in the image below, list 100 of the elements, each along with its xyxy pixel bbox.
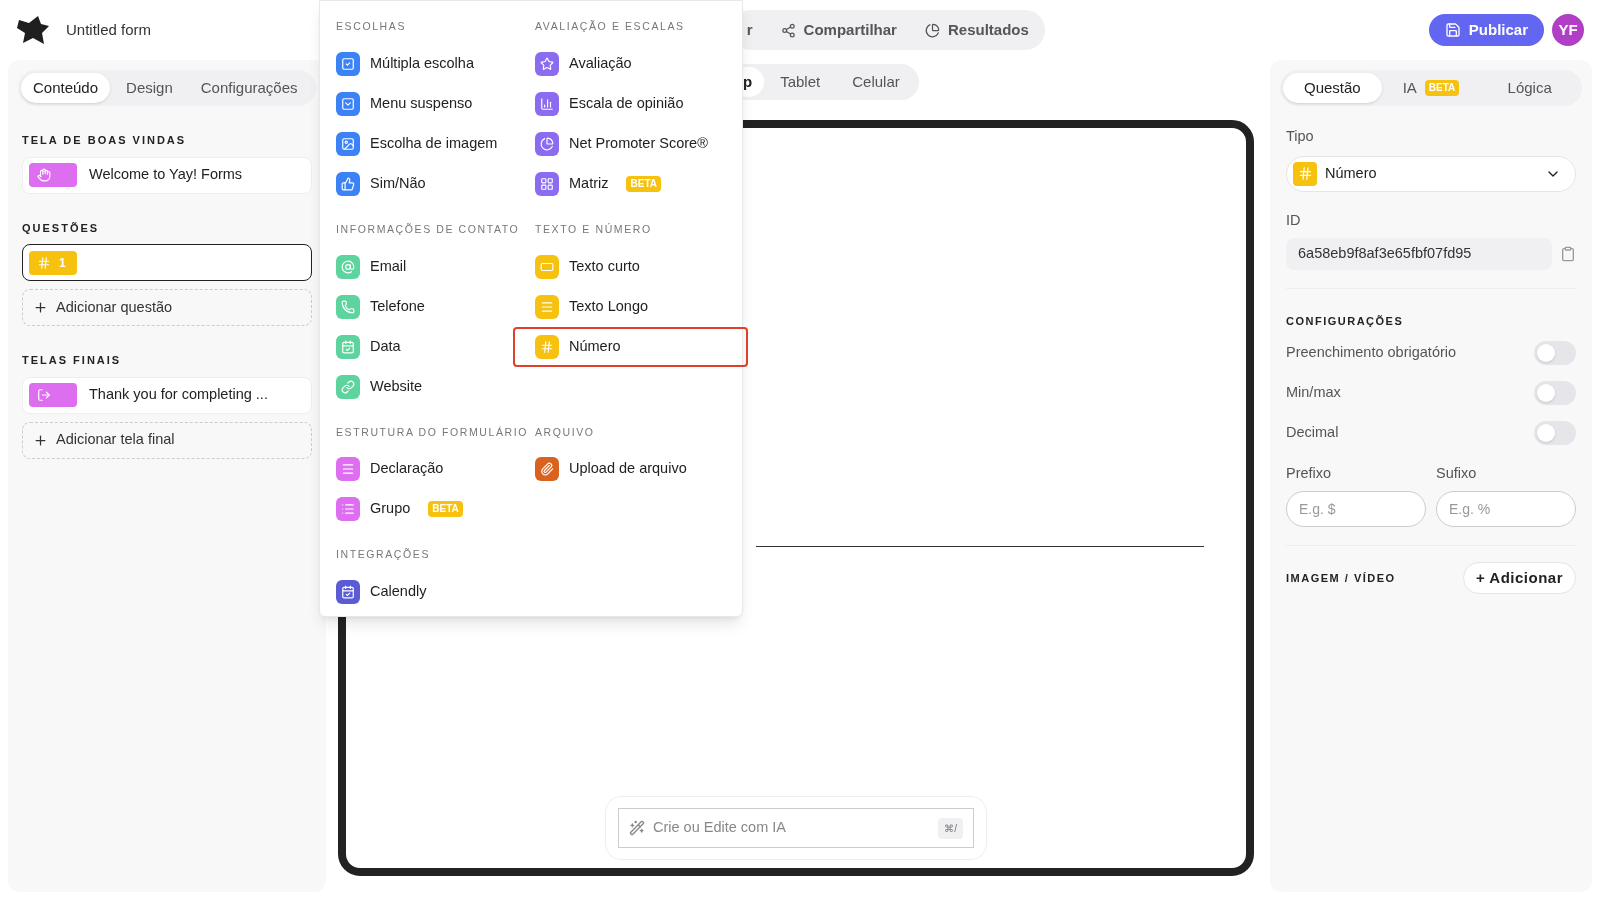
- pie-chart-icon: [540, 136, 554, 151]
- toggle-label: Min/max: [1286, 383, 1341, 403]
- menu-item[interactable]: Telefone: [336, 286, 527, 327]
- beta-badge: BETA: [626, 175, 661, 192]
- nav-tab[interactable]: r: [746, 18, 753, 42]
- form-title[interactable]: Untitled form: [66, 18, 152, 42]
- add-button[interactable]: Adicionar questão: [22, 289, 312, 326]
- menu-section-title: TEXTO E NÚMERO: [535, 221, 653, 237]
- thumbs-up-icon: [341, 176, 355, 191]
- screen-item[interactable]: Welcome to Yay! Forms: [22, 156, 312, 194]
- beta-badge: BETA: [1424, 80, 1460, 96]
- bar-chart-icon: [540, 96, 554, 111]
- copy-icon[interactable]: [1560, 245, 1576, 262]
- id-field[interactable]: 6a58eb9f8af3e65fbf07fd95: [1286, 237, 1552, 270]
- item-label: Thank you for completing ...: [89, 385, 268, 405]
- device-tab[interactable]: Celular: [836, 67, 916, 97]
- add-button[interactable]: Adicionar tela final: [22, 421, 312, 459]
- user-avatar[interactable]: YF: [1552, 14, 1584, 46]
- menu-item[interactable]: Escolha de imagem: [336, 123, 527, 164]
- exit-icon: [37, 388, 51, 402]
- answer-line[interactable]: [756, 546, 1204, 547]
- calendar-icon: [341, 339, 355, 354]
- at-sign-icon: [341, 259, 355, 274]
- menu-item[interactable]: Website: [336, 366, 527, 407]
- plus-icon: [33, 300, 48, 315]
- hand-icon: [37, 168, 51, 182]
- toggle-switch[interactable]: [1534, 421, 1576, 445]
- field-label: Prefixo: [1286, 464, 1333, 483]
- publish-button[interactable]: Publicar: [1428, 14, 1544, 46]
- menu-section-title: INFORMAÇÕES DE CONTATO: [336, 221, 521, 237]
- menu-item[interactable]: Declaração: [336, 449, 527, 490]
- grid-icon: [540, 176, 554, 191]
- menu-item[interactable]: Grupo BETA: [336, 489, 527, 530]
- section-heading: CONFIGURAÇÕES: [1286, 313, 1405, 329]
- dropdown-icon: [341, 96, 355, 111]
- shortcut-key: ⌘/: [938, 817, 963, 839]
- text-input[interactable]: E.g. $: [1286, 490, 1426, 527]
- toggle-label: Preenchimento obrigatório: [1286, 343, 1457, 363]
- menu-item[interactable]: Texto curto: [535, 246, 726, 287]
- toggle-switch[interactable]: [1534, 341, 1576, 365]
- field-label: Sufixo: [1436, 464, 1478, 483]
- menu-item[interactable]: Email: [336, 246, 527, 287]
- field-label: ID: [1286, 210, 1302, 230]
- menu-item[interactable]: Calendly: [336, 572, 527, 612]
- menu-item[interactable]: Matriz BETA: [535, 163, 726, 204]
- nav-tab[interactable]: Compartilhar: [780, 18, 897, 42]
- menu-section-title: ESTRUTURA DO FORMULÁRIO: [336, 424, 527, 440]
- pie-chart-icon: [924, 22, 940, 38]
- nav-tab[interactable]: Resultados: [924, 18, 1029, 42]
- ai-input[interactable]: Crie ou Edite com IA: [653, 817, 931, 839]
- section-heading: TELAS FINAIS: [22, 353, 123, 368]
- add-media-button[interactable]: + Adicionar: [1462, 561, 1576, 594]
- field-label: Tipo: [1286, 127, 1315, 146]
- menu-item[interactable]: Sim/Não: [336, 163, 527, 204]
- phone-icon: [341, 299, 355, 314]
- menu-item[interactable]: Texto Longo: [535, 286, 726, 327]
- hash-icon: [37, 255, 51, 270]
- toggle-switch[interactable]: [1534, 381, 1576, 405]
- menu-item[interactable]: Net Promoter Score®: [535, 123, 726, 164]
- section-heading: IMAGEM / VÍDEO: [1286, 570, 1396, 586]
- device-tab[interactable]: Tablet: [764, 67, 837, 97]
- section-heading: TELA DE BOAS VINDAS: [22, 133, 188, 148]
- list-icon: [341, 502, 355, 517]
- menu-item[interactable]: Múltipla escolha: [336, 43, 527, 84]
- hash-icon: [540, 339, 554, 354]
- save-icon: [1444, 22, 1461, 38]
- ai-input-field[interactable]: Crie ou Edite com IA ⌘/: [618, 808, 974, 848]
- menu-section-title: INTEGRAÇÕES: [336, 547, 432, 563]
- menu-section-title: AVALIAÇÃO E ESCALAS: [535, 19, 686, 34]
- checkbox-icon: [341, 56, 355, 71]
- menu-item[interactable]: Upload de arquivo: [535, 449, 726, 490]
- menu-section-title: ESCOLHAS: [336, 19, 407, 34]
- plus-icon: [33, 432, 48, 448]
- panel-tab[interactable]: Configurações: [188, 73, 310, 103]
- lines-icon: [540, 299, 554, 314]
- panel-tab[interactable]: Lógica: [1480, 73, 1579, 103]
- beta-badge: BETA: [428, 501, 463, 518]
- menu-item[interactable]: Número: [513, 326, 748, 367]
- share-icon: [780, 22, 796, 38]
- menu-item[interactable]: Escala de opinião: [535, 83, 726, 124]
- panel-tab[interactable]: Conteúdo: [21, 73, 111, 103]
- star-icon: [540, 56, 554, 71]
- logo-icon: [16, 14, 50, 46]
- hash-icon: [1297, 166, 1313, 182]
- item-label: Welcome to Yay! Forms: [89, 165, 243, 185]
- toggle-label: Decimal: [1286, 423, 1339, 443]
- menu-item[interactable]: Avaliação: [535, 43, 726, 84]
- panel-tab[interactable]: Design: [114, 73, 185, 103]
- type-select[interactable]: Número: [1286, 155, 1576, 192]
- panel-tab[interactable]: Questão: [1283, 73, 1382, 103]
- lines-icon: [341, 462, 355, 477]
- calendar-icon: [341, 585, 355, 599]
- paperclip-icon: [540, 462, 554, 477]
- text-input[interactable]: E.g. %: [1436, 490, 1576, 527]
- link-icon: [341, 379, 355, 394]
- menu-item[interactable]: Menu suspenso: [336, 83, 527, 124]
- panel-tab[interactable]: IA BETA: [1381, 73, 1481, 103]
- screen-item[interactable]: Thank you for completing ...: [22, 376, 312, 414]
- image-icon: [341, 136, 355, 151]
- menu-section-title: ARQUIVO: [535, 424, 596, 440]
